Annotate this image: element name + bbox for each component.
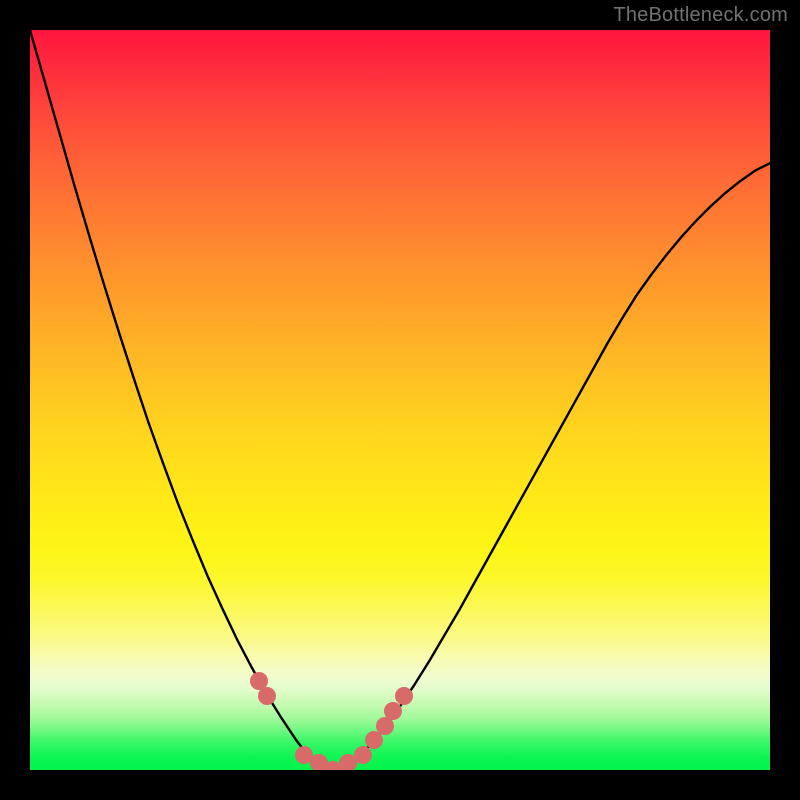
plot-area	[30, 30, 770, 770]
chart-frame: TheBottleneck.com	[0, 0, 800, 800]
data-marker	[395, 687, 413, 705]
data-marker	[258, 687, 276, 705]
data-marker	[384, 702, 402, 720]
watermark-text: TheBottleneck.com	[613, 4, 788, 27]
data-marker	[354, 746, 372, 764]
data-marker	[365, 731, 383, 749]
markers-layer	[30, 30, 770, 770]
